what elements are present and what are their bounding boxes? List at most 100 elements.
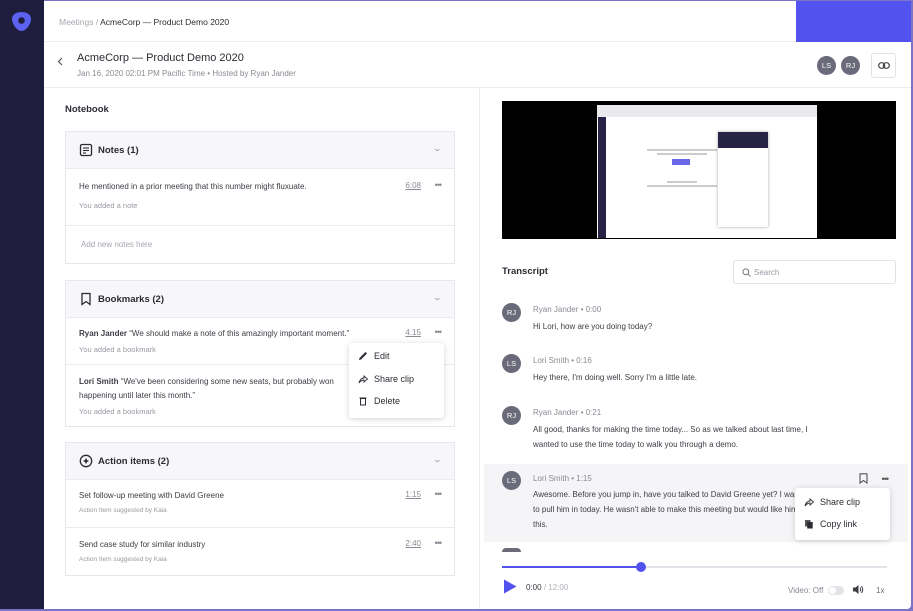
volume-icon[interactable] <box>852 584 864 595</box>
meeting-subtitle: Jan 16, 2020 02:01 PM Pacific Time • Hos… <box>77 69 296 78</box>
speaker-meta: Ryan Jander • 0:00 <box>533 305 601 314</box>
sidebar <box>0 0 44 609</box>
progress-bar[interactable] <box>502 566 887 568</box>
menu-item-label: Edit <box>374 351 390 361</box>
video-toggle-label: Video: Off <box>788 586 823 595</box>
back-button[interactable] <box>57 57 63 69</box>
bookmark-icon <box>79 292 93 306</box>
notes-icon <box>79 143 93 157</box>
bookmark-speaker: Lori Smith <box>79 377 119 386</box>
action-item[interactable]: Send case study for similar industry 2:4… <box>66 528 454 576</box>
bookmark-icon[interactable] <box>859 473 868 484</box>
participant-avatar[interactable]: LS <box>817 56 836 75</box>
action-item-timestamp[interactable]: 1:15 <box>405 490 421 499</box>
copy-link-button[interactable] <box>871 53 896 78</box>
bookmark-sub: You added a bookmark <box>79 345 156 354</box>
meeting-header: AcmeCorp — Product Demo 2020 Jan 16, 202… <box>44 42 911 88</box>
notebook-title: Notebook <box>65 104 109 115</box>
transcript-search[interactable] <box>733 260 896 284</box>
speaker-meta: Lori Smith • 1:15 <box>533 474 592 483</box>
transcript-message[interactable]: RJ Ryan Jander • 0:00 Hi Lori, how are y… <box>484 298 908 348</box>
more-icon[interactable]: ••• <box>435 327 441 337</box>
more-icon[interactable]: ••• <box>882 474 888 484</box>
action-items-label: Action items (2) <box>98 456 169 467</box>
bookmark-sub: You added a bookmark <box>79 407 156 416</box>
bookmarks-label: Bookmarks (2) <box>98 294 164 305</box>
panel-divider <box>479 88 480 609</box>
menu-item-share-clip[interactable]: Share clip <box>804 497 860 507</box>
menu-item-label: Share clip <box>820 497 860 507</box>
notes-card: Notes (1) ⌄ He mentioned in a prior meet… <box>65 131 455 264</box>
copy-icon <box>804 519 814 529</box>
share-icon <box>358 374 368 384</box>
bookmark-quote: “We've been considering some new seats, … <box>119 377 334 386</box>
video-toggle[interactable] <box>828 586 844 595</box>
note-item[interactable]: He mentioned in a prior meeting that thi… <box>66 169 454 226</box>
app-frame: Meetings / AcmeCorp — Product Demo 2020 … <box>0 0 913 611</box>
total-time: / 12:00 <box>544 583 568 592</box>
chevron-down-icon[interactable]: ⌄ <box>433 455 442 464</box>
menu-item-label: Copy link <box>820 519 857 529</box>
menu-item-share-clip[interactable]: Share clip <box>358 374 414 384</box>
transcript-message[interactable]: LS Lori Smith • 0:16 Hey there, I'm doin… <box>484 349 908 399</box>
note-text: He mentioned in a prior meeting that thi… <box>79 180 307 194</box>
speaker-avatar: LS <box>502 354 521 373</box>
transcript-message[interactable]: RJ Ryan Jander • 0:21 All good, thanks f… <box>484 401 908 464</box>
message-text: Hi Lori, how are you doing today? <box>533 319 833 334</box>
menu-item-label: Share clip <box>374 374 414 384</box>
transcript-context-menu: Share clip Copy link <box>795 488 890 540</box>
play-icon[interactable] <box>503 579 517 594</box>
bookmark-quote: “We should make a note of this amazingly… <box>127 329 349 338</box>
chevron-left-icon <box>57 57 63 66</box>
progress-handle[interactable] <box>636 562 646 572</box>
action-items-header[interactable]: Action items (2) ⌄ <box>66 443 454 480</box>
video-player[interactable] <box>502 101 896 239</box>
action-items-card: Action items (2) ⌄ Set follow-up meeting… <box>65 442 455 576</box>
action-item-timestamp[interactable]: 2:40 <box>405 539 421 548</box>
bookmark-timestamp[interactable]: 4:15 <box>405 328 421 337</box>
menu-item-edit[interactable]: Edit <box>358 351 390 361</box>
logo-icon[interactable] <box>11 11 32 32</box>
message-text: Hey there, I'm doing well. Sorry I'm a l… <box>533 370 833 385</box>
message-text: All good, thanks for making the time tod… <box>533 422 833 452</box>
playback-speed[interactable]: 1x <box>876 586 884 595</box>
more-icon[interactable]: ••• <box>435 180 441 190</box>
notes-label: Notes (1) <box>98 145 139 156</box>
note-timestamp[interactable]: 6:08 <box>405 181 421 190</box>
chevron-down-icon[interactable]: ⌄ <box>433 144 442 153</box>
action-item[interactable]: Set follow-up meeting with David Greene … <box>66 480 454 528</box>
more-icon[interactable]: ••• <box>435 538 441 548</box>
link-icon <box>878 62 890 69</box>
progress-fill <box>502 566 641 568</box>
chevron-down-icon[interactable]: ⌄ <box>433 293 442 302</box>
bookmarks-header[interactable]: Bookmarks (2) ⌄ <box>66 281 454 318</box>
add-note-field[interactable]: Add new notes here <box>66 226 454 263</box>
video-frame-screen <box>597 105 817 238</box>
search-icon <box>742 268 751 277</box>
message-actions: ••• <box>859 473 888 484</box>
add-circle-icon <box>79 454 93 468</box>
search-input[interactable] <box>754 265 889 280</box>
trash-icon <box>358 396 368 406</box>
menu-item-label: Delete <box>374 396 400 406</box>
participant-avatar[interactable]: RJ <box>841 56 860 75</box>
breadcrumb-meetings-link[interactable]: Meetings <box>59 17 94 27</box>
menu-item-delete[interactable]: Delete <box>358 396 400 406</box>
action-item-text: Send case study for similar industry <box>79 538 205 552</box>
message-text: Awesome. Before you jump in, have you ta… <box>533 487 833 532</box>
add-note-placeholder: Add new notes here <box>81 240 152 249</box>
share-icon <box>804 497 814 507</box>
notes-header[interactable]: Notes (1) ⌄ <box>66 132 454 169</box>
breadcrumb: Meetings / AcmeCorp — Product Demo 2020 <box>59 17 229 27</box>
speaker-avatar: RJ <box>502 303 521 322</box>
speaker-meta: Ryan Jander • 0:21 <box>533 408 601 417</box>
current-time: 0:00 <box>526 583 542 592</box>
speaker-avatar: LS <box>502 471 521 490</box>
main-content: Meetings / AcmeCorp — Product Demo 2020 … <box>44 1 911 609</box>
next-message-avatar-partial <box>502 548 521 552</box>
menu-item-copy-link[interactable]: Copy link <box>804 519 857 529</box>
topbar-accent-block <box>796 1 911 42</box>
bookmark-speaker: Ryan Jander <box>79 329 127 338</box>
more-icon[interactable]: ••• <box>435 489 441 499</box>
bookmark-quote-cont: happening until later this month.” <box>79 391 195 400</box>
